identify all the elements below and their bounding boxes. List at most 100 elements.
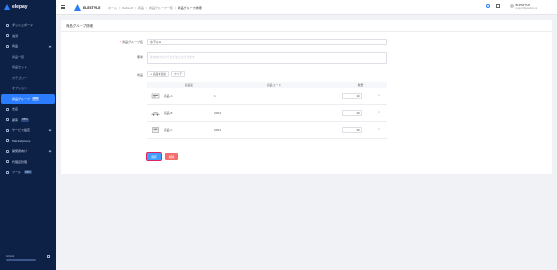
delete-button[interactable]: 削除 xyxy=(165,153,178,160)
sidebar-subitem-category[interactable]: カテゴリー xyxy=(0,73,56,84)
table-row: 商品 A 1 10 × xyxy=(147,88,387,105)
remove-row-icon[interactable]: × xyxy=(378,111,380,114)
page-title: 商品グループ詳細 xyxy=(66,24,93,28)
sidebar-item-developers[interactable]: 開発者向け xyxy=(0,146,56,157)
payment-icon xyxy=(6,34,9,38)
product-thumbnail-icon xyxy=(151,112,160,116)
quantity-cell: 10 × xyxy=(334,122,387,139)
product-table: 商品名 商品コード 数量 商品 A 1 10 × 商品 B 0004 10 × xyxy=(147,82,387,139)
header-actions xyxy=(486,4,500,8)
group-name-label-text: 商品グループ名 xyxy=(122,40,143,44)
column-product-name: 商品名 xyxy=(184,83,194,87)
account-name: ELESTYLE xyxy=(83,5,101,10)
product-code: 1 xyxy=(214,94,216,98)
note-label: 備考 xyxy=(136,55,143,59)
code-icon xyxy=(6,149,9,153)
table-row: 商品 C 0002 10 × xyxy=(147,122,387,139)
product-image xyxy=(147,110,164,116)
quantity-input[interactable]: 10 xyxy=(342,110,362,116)
breadcrumb-separator: / xyxy=(174,5,176,10)
breadcrumb-product-groups[interactable]: 商品グループ一覧 xyxy=(149,6,173,10)
sidebar-item-service-settings[interactable]: サービス設定 xyxy=(0,125,56,136)
help-icon[interactable] xyxy=(486,4,490,8)
top-header: ELESTYLE ホーム / Default / 商品 / 商品グループ一覧 / 商品グ… xyxy=(56,0,557,15)
chevron-up-icon xyxy=(48,45,52,49)
sidebar-item-payments[interactable]: 決済 xyxy=(0,31,56,42)
sidebar-subitem-product-set[interactable]: 商品セット xyxy=(0,62,56,73)
user-menu[interactable]: ELESTYLE support@elestyle.jp xyxy=(510,3,537,10)
breadcrumb-products[interactable]: 商品 xyxy=(138,6,144,10)
breadcrumb-separator: / xyxy=(118,5,120,10)
add-product-button[interactable]: + 商品を追加 xyxy=(147,71,169,77)
user-email: support@elestyle.jp xyxy=(515,7,538,10)
sidebar-item-label: 支店 xyxy=(12,107,19,112)
save-button[interactable]: 保存 xyxy=(145,151,163,162)
quantity-input[interactable]: 10 xyxy=(342,93,362,99)
download-icon[interactable] xyxy=(496,4,500,8)
breadcrumb-separator: / xyxy=(134,5,136,10)
breadcrumb: ホーム / Default / 商品 / 商品グループ一覧 / 商品グループ詳細 xyxy=(108,6,202,10)
sidebar-subitem-option[interactable]: オプション xyxy=(0,83,56,94)
sidebar-subitem-label: 商品セット xyxy=(12,65,28,70)
app-logo[interactable]: elepay xyxy=(4,4,28,10)
product-icon xyxy=(6,44,9,48)
product-image xyxy=(147,93,164,99)
elepay-logo-icon xyxy=(4,4,10,10)
sidebar-item-label: 決済 xyxy=(12,33,19,38)
column-quantity: 数量 xyxy=(357,83,364,87)
remove-row-icon[interactable]: × xyxy=(378,128,380,131)
menu-icon[interactable] xyxy=(61,5,65,9)
sidebar-item-products[interactable]: 商品 xyxy=(0,41,56,52)
sidebar-item-agency[interactable]: 代理店管理 xyxy=(0,157,56,168)
sidebar-item-label: 代理店管理 xyxy=(12,159,28,164)
sidebar-item-marketplace[interactable]: Marketplace xyxy=(0,136,56,147)
product-thumbnail-icon xyxy=(151,93,160,99)
product-image xyxy=(147,127,164,133)
breadcrumb-home[interactable]: ホーム xyxy=(108,6,117,10)
store-icon xyxy=(6,107,9,111)
group-name-input[interactable]: ホテルA xyxy=(147,38,387,45)
clear-button[interactable]: クリア xyxy=(171,71,185,77)
sidebar-item-dashboard[interactable]: ダッシュボード xyxy=(0,20,56,31)
sidebar-item-customers[interactable]: 顧客 BETA xyxy=(0,115,56,126)
customer-icon xyxy=(6,118,9,122)
sidebar-subitem-label: カテゴリー xyxy=(12,75,28,80)
sidebar-item-stores[interactable]: 支店 xyxy=(0,104,56,115)
sidebar-item-label: 顧客 xyxy=(12,117,19,122)
product-thumbnail-icon xyxy=(152,127,159,133)
sidebar-subitem-product-list[interactable]: 商品一覧 xyxy=(0,52,56,63)
quantity-input[interactable]: 10 xyxy=(342,127,362,133)
table-row: 商品 B 0004 10 × xyxy=(147,105,387,122)
sidebar-item-label: ツール xyxy=(12,170,22,175)
quantity-cell: 10 × xyxy=(334,88,387,105)
region-bar xyxy=(6,259,36,261)
new-badge: NEW xyxy=(31,96,40,101)
sidebar-item-label: サービス設定 xyxy=(12,128,31,133)
sidebar-item-label: 商品 xyxy=(12,44,19,49)
account-brand[interactable]: ELESTYLE xyxy=(74,4,100,11)
breadcrumb-current: 商品グループ詳細 xyxy=(177,5,202,10)
breadcrumb-default[interactable]: Default xyxy=(122,6,133,10)
sidebar-item-label: Marketplace xyxy=(12,138,31,143)
sidebar-subitem-label: オプション xyxy=(12,86,28,91)
sidebar-nav: ダッシュボード 決済 商品 商品一覧 商品セット カテゴリー オプション 商品グ… xyxy=(0,20,56,178)
chevron-down-icon xyxy=(48,149,52,153)
product-name: 商品 C xyxy=(164,128,173,132)
account-logo-icon xyxy=(74,4,81,11)
sidebar-item-tools[interactable]: ツール BETA xyxy=(0,167,56,178)
dashboard-icon xyxy=(6,23,9,27)
product-name: 商品 A xyxy=(164,94,173,98)
sidebar-item-label: 開発者向け xyxy=(12,149,28,154)
beta-badge: BETA xyxy=(21,117,29,122)
divider xyxy=(61,31,552,32)
product-code: 0002 xyxy=(214,128,222,132)
chevron-down-icon xyxy=(48,128,52,132)
sidebar-subitem-product-group[interactable]: 商品グループ NEW xyxy=(1,93,55,104)
note-textarea[interactable]: 社内向けのメモなどを入力できます xyxy=(147,52,387,64)
collapse-icon[interactable] xyxy=(47,255,50,258)
sidebar-footer: Global xyxy=(6,255,50,261)
required-mark: * xyxy=(119,40,122,44)
remove-row-icon[interactable]: × xyxy=(378,94,380,97)
sidebar-subitem-label: 商品一覧 xyxy=(12,54,25,59)
marketplace-icon xyxy=(6,139,9,143)
